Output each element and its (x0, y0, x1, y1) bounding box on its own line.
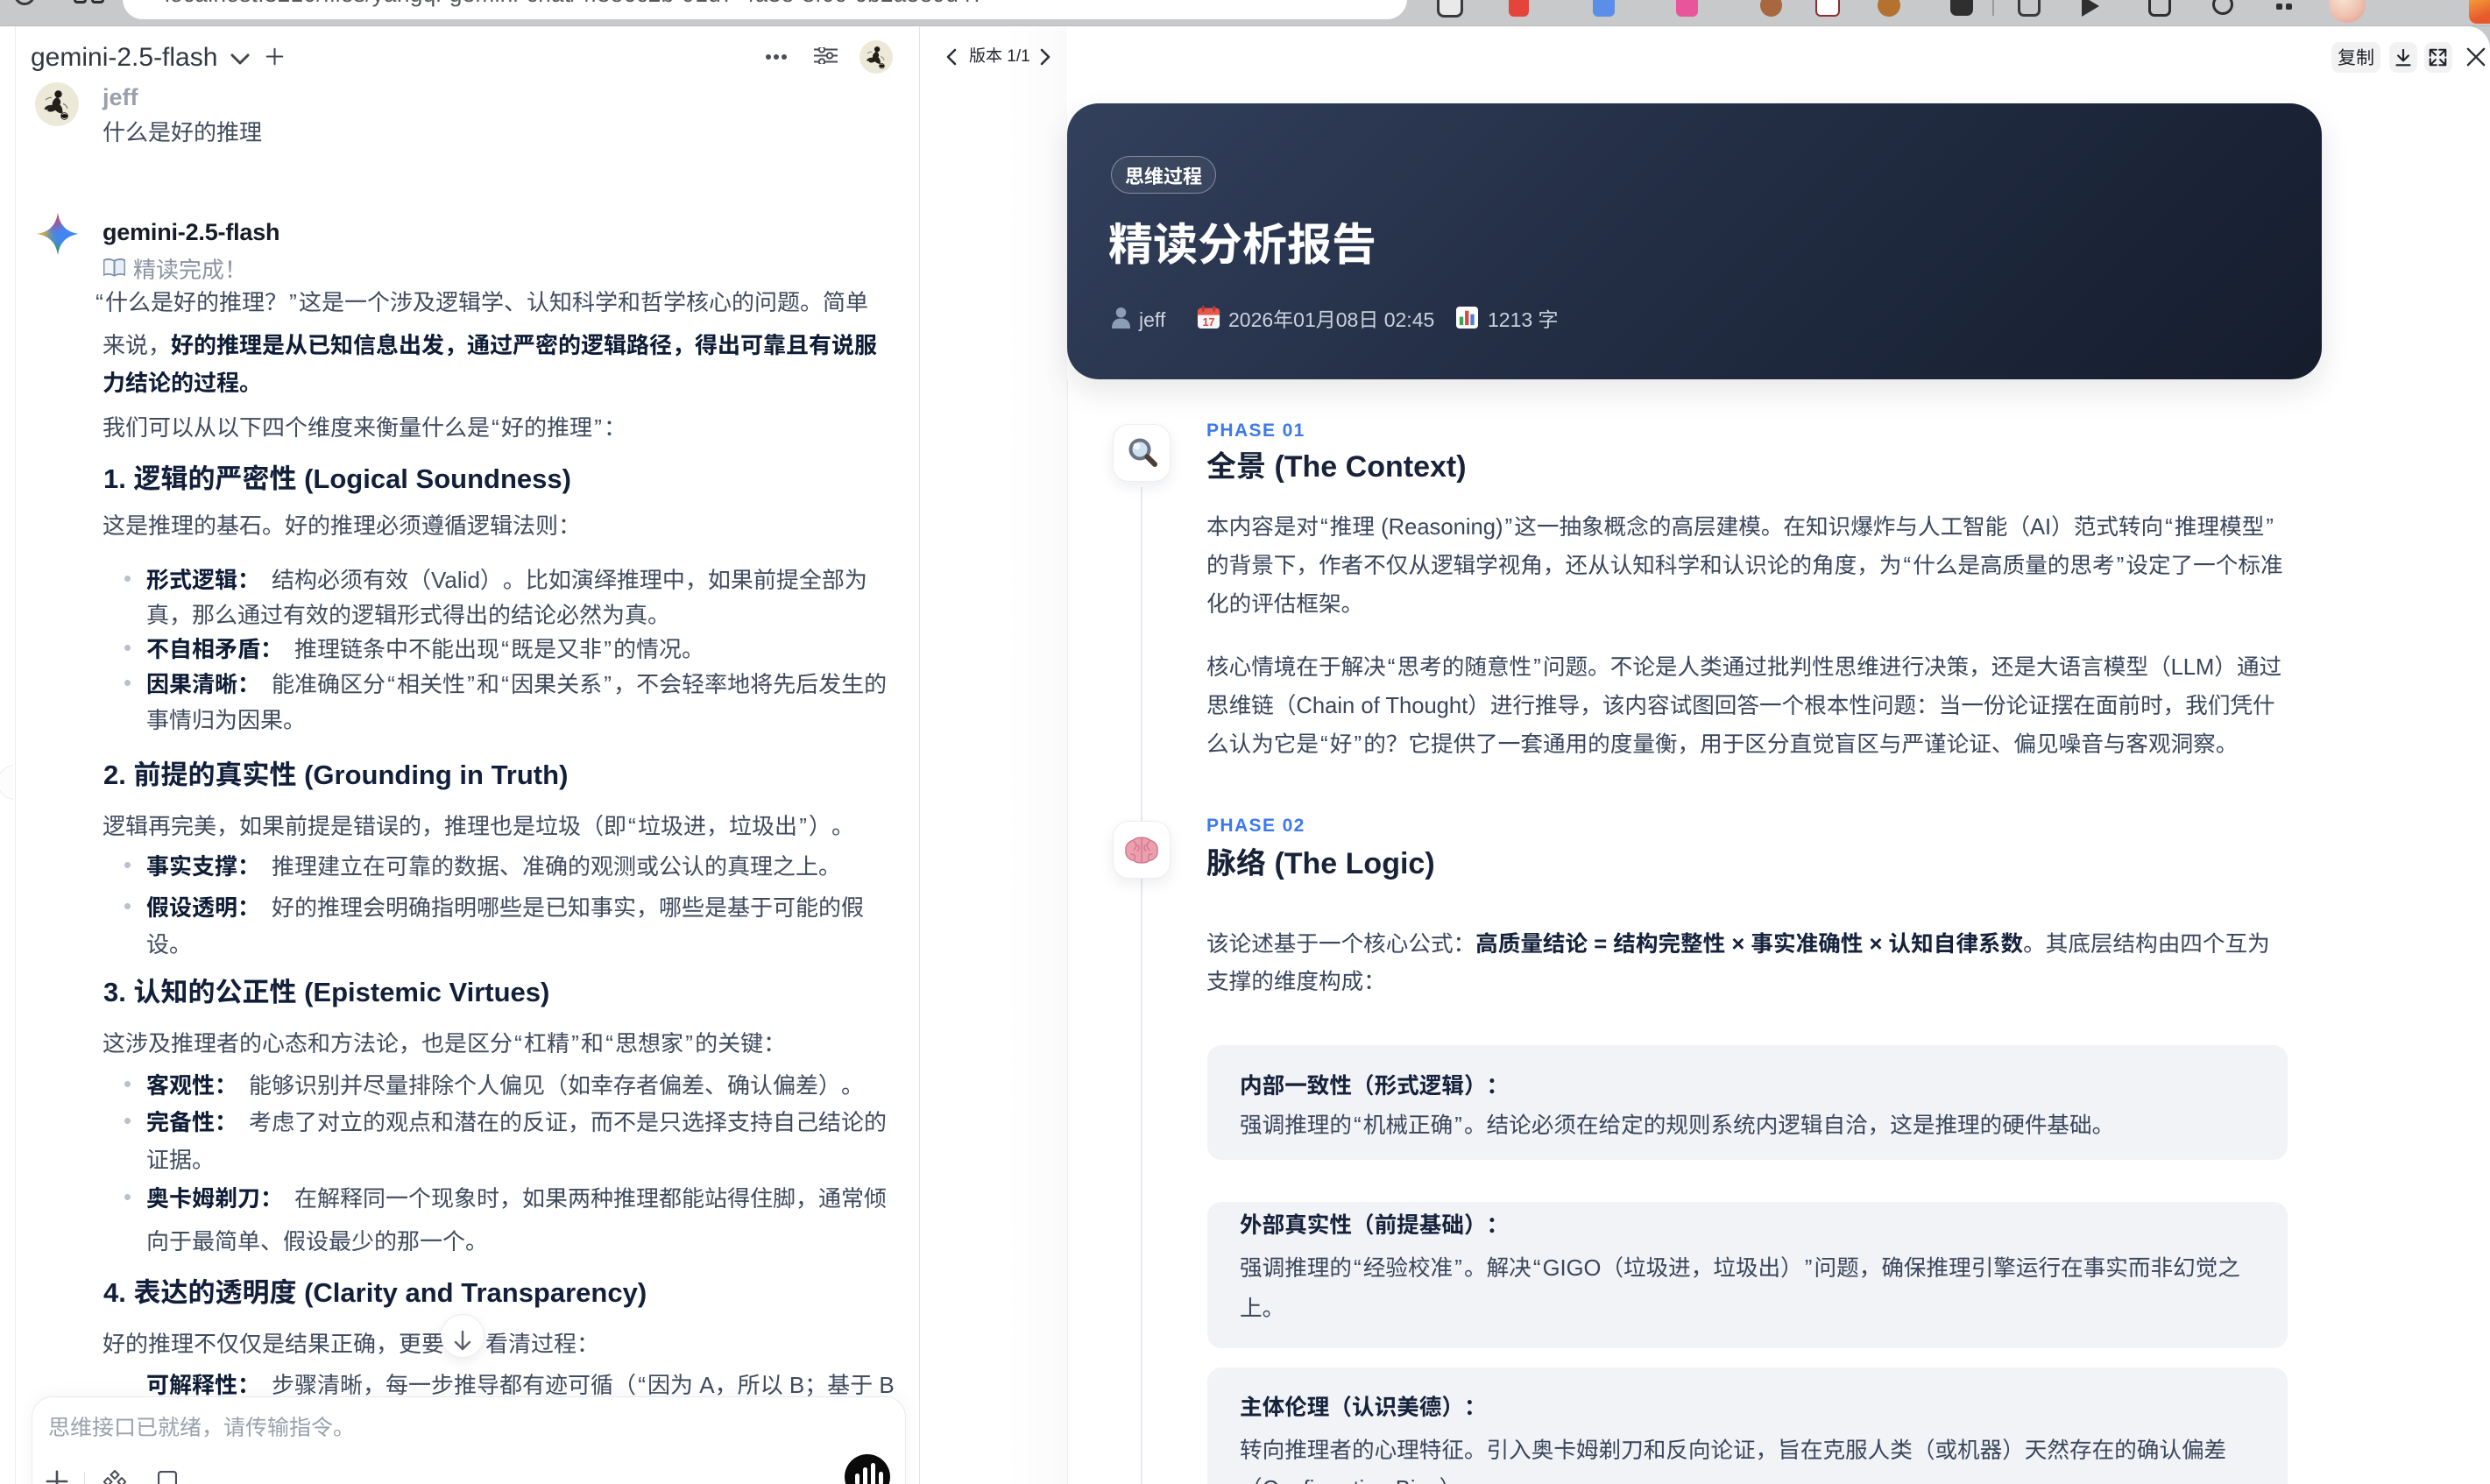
svg-text:17: 17 (1203, 316, 1215, 329)
